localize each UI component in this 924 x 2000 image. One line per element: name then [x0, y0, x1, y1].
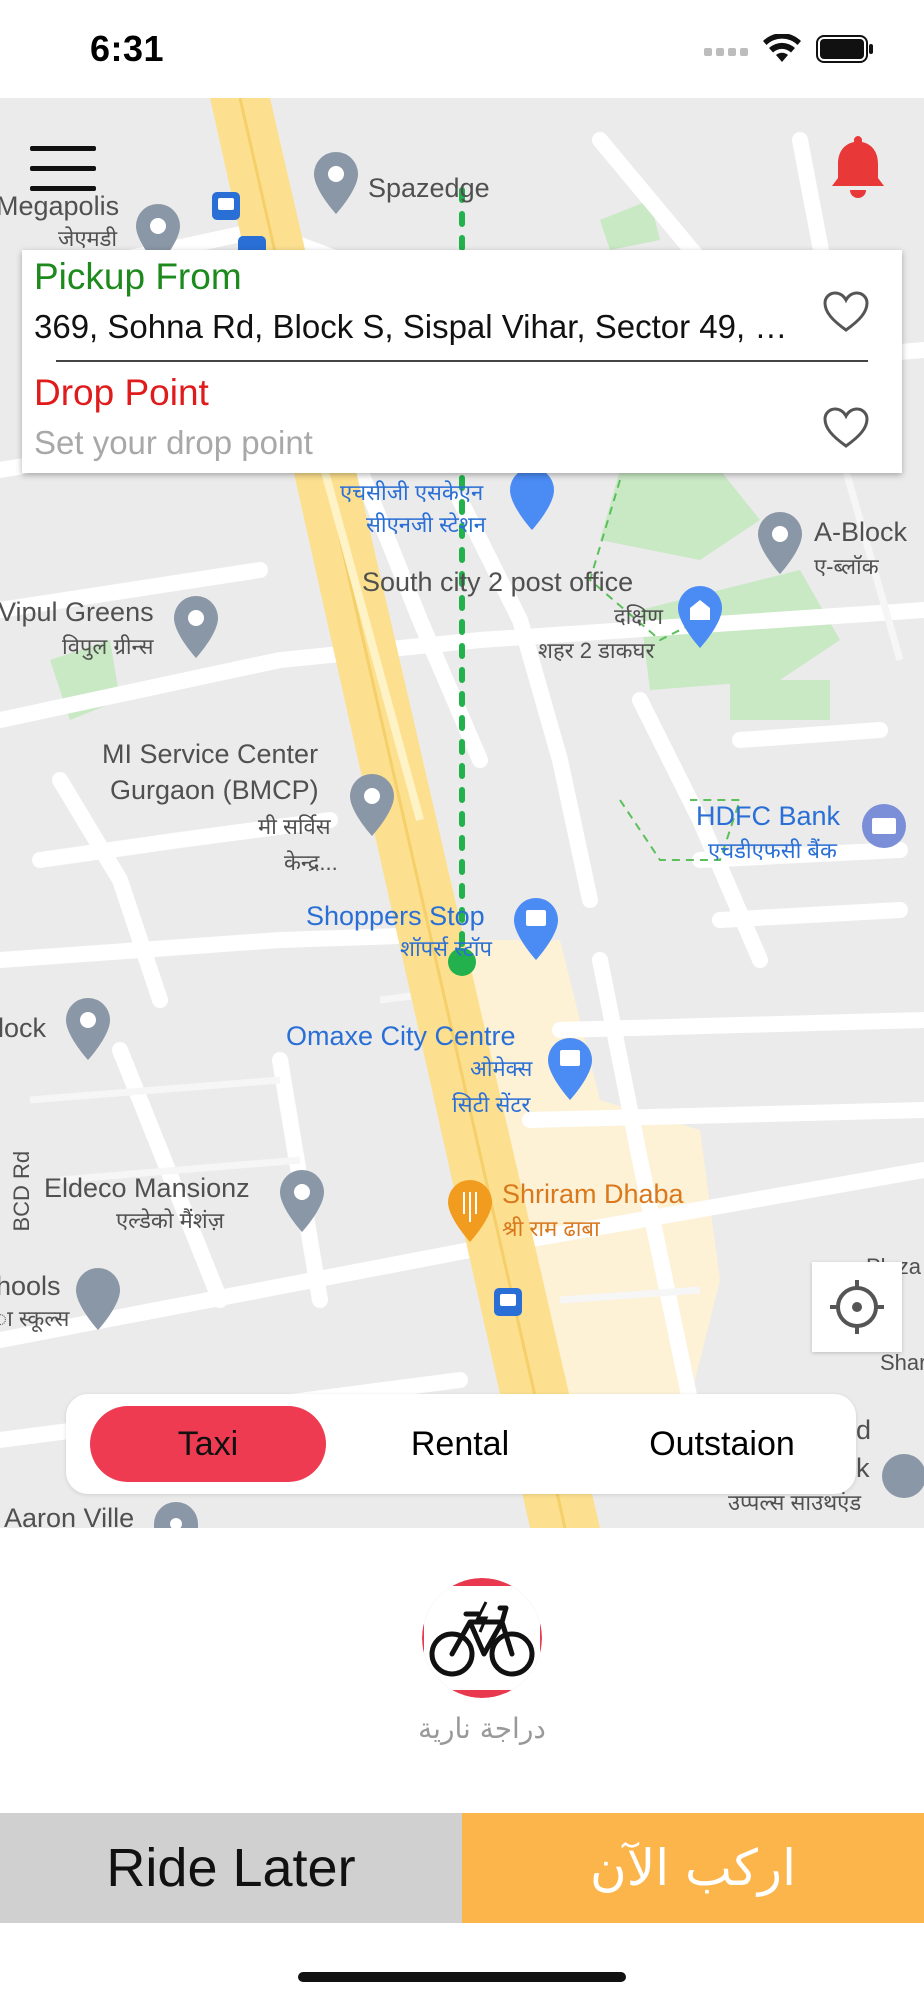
pickup-address-field[interactable]: 369, Sohna Rd, Block S, Sispal Vihar, Se…	[34, 308, 794, 346]
map-label-schools: hools	[0, 1271, 61, 1301]
status-icons	[704, 34, 874, 64]
menu-button[interactable]	[28, 140, 100, 196]
tab-rental[interactable]: Rental	[342, 1406, 578, 1482]
map-label-south-city: South city 2 post office	[362, 567, 634, 597]
map-label-vipul-greens: Vipul Greens	[0, 597, 154, 627]
pickup-title: Pickup From	[34, 256, 242, 297]
map-label-bcd-rd: BCD Rd	[9, 1150, 35, 1232]
map-label-block: lock	[0, 1013, 47, 1043]
heart-icon	[823, 291, 869, 332]
crosshair-icon	[830, 1280, 884, 1334]
map-label-omaxe: Omaxe City Centre	[286, 1021, 516, 1051]
status-time: 6:31	[90, 28, 165, 69]
wifi-icon	[763, 34, 801, 62]
heart-icon	[823, 407, 869, 448]
map-label-shoppers-stop-hi: शॉपर्स स्टॉप	[400, 936, 492, 961]
map-label-mi-service-hi-2: केन्द्र...	[284, 850, 338, 875]
menu-icon	[30, 146, 96, 151]
vehicle-option-bike[interactable]: دراجة نارية	[412, 1572, 552, 1745]
map-label-d: d	[856, 1415, 872, 1445]
map-label-k: k	[856, 1453, 870, 1483]
electric-bike-icon	[422, 1578, 542, 1698]
map-label-vipul-greens-hi: विपुल ग्रीन्स	[62, 634, 154, 659]
favorite-drop-button[interactable]	[822, 406, 870, 450]
map-label-hdfc-hi: एचडीएफसी बैंक	[708, 838, 837, 863]
map-label-mi-service-2: Gurgaon (BMCP)	[110, 775, 319, 805]
map-label-shar: Shar	[880, 1350, 924, 1375]
map-label-schools-hi: ा स्कूल्स	[0, 1306, 70, 1331]
vehicle-label: دراجة نارية	[418, 1712, 546, 1745]
map-label-mi-service-hi-1: मी सर्विस	[258, 814, 331, 839]
card-divider	[56, 360, 868, 362]
notifications-button[interactable]	[828, 132, 888, 200]
map-label-shriram-hi: श्री राम ढाबा	[502, 1216, 600, 1241]
map-label-aaron: Aaron Ville	[4, 1503, 135, 1528]
map-label-south-city-hi-1: दक्षिण	[614, 604, 664, 629]
ride-now-button[interactable]: اركب الآن	[462, 1813, 924, 1923]
map-label-a-block: A-Block	[814, 517, 908, 547]
map-label-cng-hi-2: सीएनजी स्टेशन	[366, 512, 486, 537]
map-label-south-city-hi-2: शहर 2 डाकघर	[538, 638, 655, 663]
home-indicator	[298, 1972, 626, 1982]
map-label-cng-hi-1: एचसीजी एसकेएन	[340, 480, 484, 505]
map-label-eldeco: Eldeco Mansionz	[44, 1173, 250, 1203]
map-label-omaxe-hi-2: सिटी सेंटर	[452, 1092, 531, 1117]
map-label-eldeco-hi: एल्डेको मैंशंज़	[116, 1208, 225, 1233]
favorite-pickup-button[interactable]	[822, 290, 870, 334]
map-label-mi-service-1: MI Service Center	[102, 739, 319, 769]
map-label-omaxe-hi-1: ओमेक्स	[470, 1056, 533, 1081]
map-label-shoppers-stop: Shoppers Stop	[306, 901, 485, 931]
tab-outstation[interactable]: Outstaion	[604, 1406, 840, 1482]
map-label-shriram: Shriram Dhaba	[502, 1179, 684, 1209]
ride-later-button[interactable]: Ride Later	[0, 1813, 462, 1923]
tab-taxi[interactable]: Taxi	[90, 1406, 326, 1482]
drop-title: Drop Point	[34, 372, 209, 413]
map-label-megapolis-hi: जेएमडी	[58, 226, 118, 251]
service-tabs: Taxi Rental Outstaion	[66, 1394, 856, 1494]
status-bar: 6:31	[0, 0, 924, 98]
drop-point-field[interactable]: Set your drop point	[34, 424, 794, 462]
address-card: Pickup From 369, Sohna Rd, Block S, Sisp…	[22, 250, 902, 473]
map-label-hdfc: HDFC Bank	[696, 801, 841, 831]
bell-icon	[832, 136, 884, 198]
my-location-button[interactable]	[812, 1262, 902, 1352]
battery-icon	[816, 35, 873, 63]
signal-icon	[704, 48, 748, 56]
map-label-a-block-hi: ए-ब्लॉक	[814, 554, 879, 579]
map-label-spazedge: Spazedge	[368, 173, 490, 203]
